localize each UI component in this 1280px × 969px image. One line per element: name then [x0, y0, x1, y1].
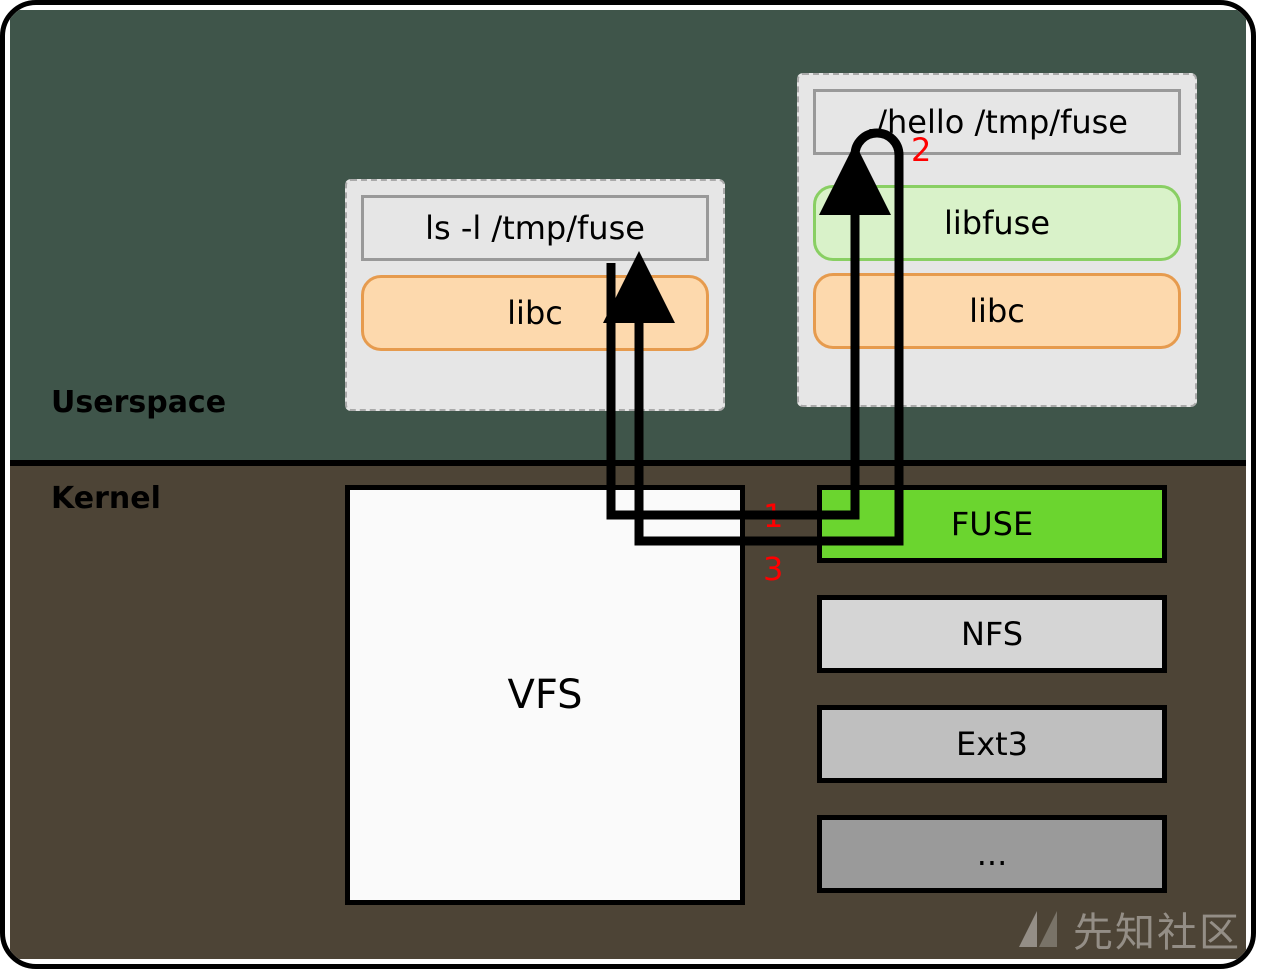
kernel-label: Kernel: [51, 481, 161, 516]
process-hello: ./hello /tmp/fuse libfuse libc: [797, 73, 1197, 407]
userspace-label: Userspace: [51, 385, 226, 420]
ext3-box: Ext3: [817, 705, 1167, 783]
step-3: 3: [763, 550, 783, 588]
watermark: 先知社区: [1013, 900, 1241, 958]
libc-right: libc: [813, 273, 1181, 349]
watermark-logo-icon: [1013, 905, 1061, 953]
process-ls: ls -l /tmp/fuse libc: [345, 179, 725, 411]
watermark-text: 先知社区: [1073, 900, 1241, 958]
nfs-box: NFS: [817, 595, 1167, 673]
diagram-canvas: Userspace Kernel ls -l /tmp/fuse libc ./…: [0, 0, 1256, 969]
more-fs-box: ...: [817, 815, 1167, 893]
section-divider: [10, 460, 1246, 466]
step-2: 2: [911, 131, 931, 169]
vfs-box: VFS: [345, 485, 745, 905]
outer-frame: Userspace Kernel ls -l /tmp/fuse libc ./…: [0, 0, 1256, 969]
fuse-box: FUSE: [817, 485, 1167, 563]
libfuse-box: libfuse: [813, 185, 1181, 261]
cmd-ls: ls -l /tmp/fuse: [361, 195, 709, 261]
step-1: 1: [763, 497, 783, 535]
libc-left: libc: [361, 275, 709, 351]
cmd-hello: ./hello /tmp/fuse: [813, 89, 1181, 155]
